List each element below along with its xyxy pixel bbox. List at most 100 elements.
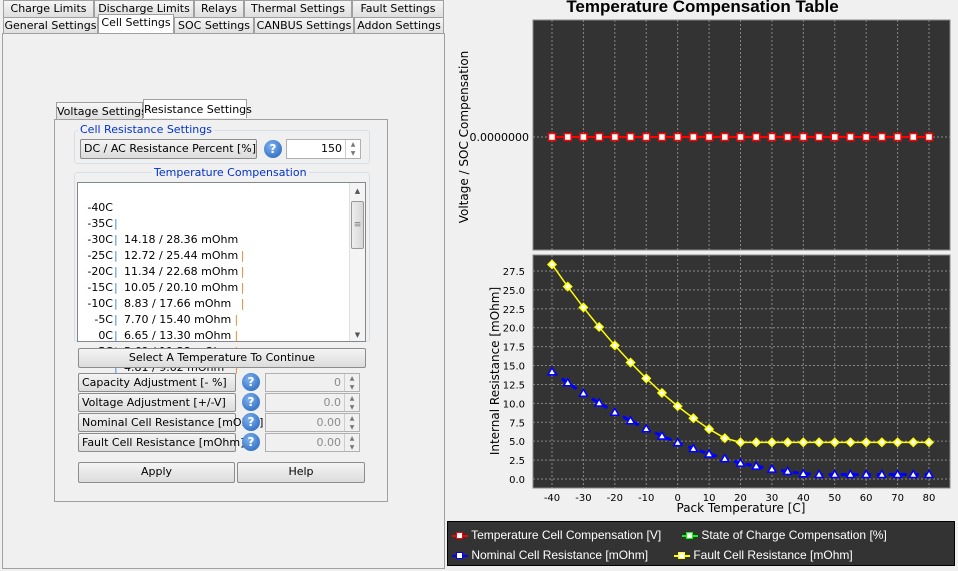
data-point <box>846 132 855 142</box>
x-tick-label: -20 <box>607 493 623 504</box>
legend-marker-icon <box>452 531 468 539</box>
x-tick-label: -30 <box>575 493 591 504</box>
list-item[interactable]: -30C | 11.34 / 22.68 mOhm | <box>78 216 365 294</box>
data-point <box>673 132 682 142</box>
help-icon[interactable]: ? <box>264 140 282 158</box>
list-scrollbar[interactable]: ▲ ≡ ▼ <box>349 183 365 341</box>
field-input[interactable]: 0 ▲ ▼ <box>265 373 360 392</box>
spinner-arrows[interactable]: ▲ ▼ <box>344 394 359 411</box>
list-item[interactable]: -35C | 12.72 / 25.44 mOhm | <box>78 200 365 278</box>
y-tick-label: 5.0 <box>509 437 525 448</box>
help-icon[interactable]: ? <box>242 433 260 451</box>
list-item[interactable]: -25C | 10.05 / 20.10 mOhm | <box>78 232 365 310</box>
x-tick-label: -40 <box>544 493 560 504</box>
y-tick-label: 7.5 <box>509 418 525 429</box>
field-label: Nominal Cell Resistance [mOhm] <box>78 413 263 432</box>
data-point <box>689 132 698 142</box>
list-item[interactable]: -40C | 14.18 / 28.36 mOhm | <box>78 184 365 262</box>
list-item[interactable]: -20C | 8.83 / 17.66 mOhm | <box>78 248 365 326</box>
legend-label: State of Charge Compensation [%] <box>701 528 887 542</box>
tab-soc-settings[interactable]: SOC Settings <box>174 17 254 34</box>
spinner-arrows[interactable]: ▲ ▼ <box>344 374 359 391</box>
data-point <box>610 132 620 142</box>
compensation-chart: 0.0000000Voltage / SOC Compensation -40 -3… <box>457 19 951 515</box>
legend-item: Nominal Cell Resistance [mOhm] <box>452 548 648 562</box>
spinner-arrows[interactable]: ▲ ▼ <box>345 140 360 158</box>
data-point <box>799 132 808 142</box>
legend-marker-icon <box>682 531 698 539</box>
help-icon[interactable]: ? <box>242 413 260 431</box>
list-item[interactable]: -15C | 7.70 / 15.40 mOhm | <box>78 264 365 342</box>
list-item[interactable]: 0C | 4.81 / 9.62 mOhm | <box>78 312 365 390</box>
data-point <box>579 132 588 142</box>
tab-addon-settings[interactable]: Addon Settings <box>354 17 444 34</box>
data-point <box>830 132 839 142</box>
y-axis-label: Voltage / SOC Compensation <box>457 51 471 224</box>
data-point <box>861 132 871 142</box>
tab-relays[interactable]: Relays <box>194 0 244 17</box>
data-point <box>626 132 635 142</box>
list-item[interactable]: -5C | 5.69 / 11.38 mOhm | <box>78 296 365 374</box>
field-value: 0 <box>334 376 341 389</box>
y-tick-label: 0.0000000 <box>470 131 530 144</box>
data-point <box>909 132 918 142</box>
help-button[interactable]: Help <box>237 462 365 483</box>
tab-thermal-settings[interactable]: Thermal Settings <box>244 0 352 17</box>
list-item[interactable]: 5C | 4.02 / 8.04 mOhm | <box>78 328 365 406</box>
y-tick-label: 15.0 <box>503 362 525 373</box>
field-input[interactable]: 0.00 ▲ ▼ <box>265 433 360 452</box>
legend-label: Fault Cell Resistance [mOhm] <box>693 548 853 562</box>
y-tick-label: 0.0 <box>509 475 525 486</box>
temperature-list[interactable]: -40C | 14.18 / 28.36 mOhm | -35C | 12.72… <box>77 182 366 406</box>
y-tick-label: 12.5 <box>503 380 525 391</box>
dc-ac-resistance-value: 150 <box>321 142 342 155</box>
data-point <box>814 132 824 142</box>
apply-button[interactable]: Apply <box>78 462 235 483</box>
tab-fault-settings[interactable]: Fault Settings <box>352 0 444 17</box>
scroll-down-icon[interactable]: ▼ <box>350 331 365 339</box>
tab-resistance-settings[interactable]: Resistance Settings <box>143 99 252 118</box>
data-point <box>547 132 557 142</box>
x-tick-label: 60 <box>860 493 873 504</box>
scroll-thumb[interactable]: ≡ <box>351 201 364 249</box>
select-temperature-button[interactable]: Select A Temperature To Continue <box>78 348 366 368</box>
legend-item: Temperature Cell Compensation [V] <box>452 528 661 542</box>
y-axis-label: Internal Resistance [mOhm] <box>488 287 502 455</box>
field-input[interactable]: 0.00 ▲ ▼ <box>265 413 360 432</box>
field-label: Capacity Adjustment [- %] <box>78 373 236 392</box>
data-point <box>736 132 745 142</box>
help-icon[interactable]: ? <box>242 393 260 411</box>
data-point <box>720 132 730 142</box>
data-point <box>751 132 761 142</box>
spinner-arrows[interactable]: ▲ ▼ <box>344 434 359 451</box>
tab-general-settings[interactable]: General Settings <box>3 17 98 34</box>
help-icon[interactable]: ? <box>242 373 260 391</box>
tab-charge-limits[interactable]: Charge Limits <box>3 0 94 17</box>
dc-ac-resistance-input[interactable]: 150 ▲ ▼ <box>286 139 361 159</box>
field-input[interactable]: 0.0 ▲ ▼ <box>265 393 360 412</box>
x-tick-label: 70 <box>891 493 904 504</box>
x-tick-label: -10 <box>638 493 654 504</box>
tab-canbus-settings[interactable]: CANBUS Settings <box>254 17 354 34</box>
temperature-compensation-title: Temperature Compensation <box>152 166 309 179</box>
cell-resistance-title: Cell Resistance Settings <box>78 123 214 136</box>
tab-voltage-settings[interactable]: Voltage Settings <box>56 102 147 120</box>
field-value: 0.00 <box>316 416 342 429</box>
dc-ac-resistance-label: DC / AC Resistance Percent [%] <box>80 139 257 159</box>
y-tick-label: 20.0 <box>503 324 525 335</box>
legend-item: Fault Cell Resistance [mOhm] <box>674 548 853 562</box>
legend-marker-icon <box>452 551 468 559</box>
y-tick-label: 10.0 <box>503 399 525 410</box>
tab-cell-settings[interactable]: Cell Settings <box>98 14 174 33</box>
legend-label: Temperature Cell Compensation [V] <box>471 528 662 542</box>
list-item[interactable]: -10C | 6.65 / 13.30 mOhm | <box>78 280 365 358</box>
y-tick-label: 2.5 <box>509 456 525 467</box>
legend-marker-icon <box>674 551 690 559</box>
legend-item: State of Charge Compensation [%] <box>682 528 887 542</box>
data-point <box>924 132 934 142</box>
spinner-arrows[interactable]: ▲ ▼ <box>344 414 359 431</box>
field-label: Voltage Adjustment [+/-V] <box>78 393 236 412</box>
y-tick-label: 22.5 <box>503 305 525 316</box>
data-point <box>642 132 651 142</box>
scroll-up-icon[interactable]: ▲ <box>350 187 365 195</box>
